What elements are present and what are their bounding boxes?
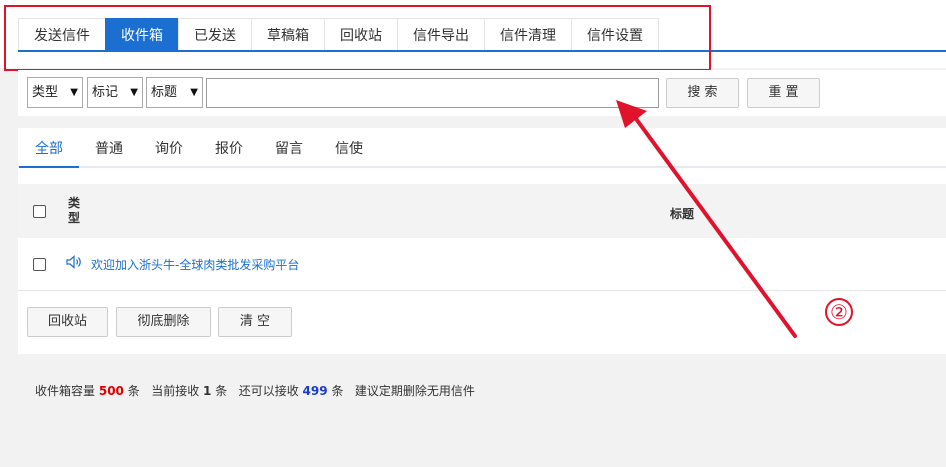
speaker-icon [66,255,81,269]
subtab-messenger[interactable]: 信使 [335,138,363,158]
cleanup-tip: 建议定期删除无用信件 [354,384,475,398]
inbox-capacity-info: 收件箱容量 500 条 当前接收 1 条 还可以接收 499 条 建议定期删除无… [35,382,475,399]
mark-select[interactable]: 标记 ▼ [87,77,143,108]
row-checkbox[interactable] [33,258,46,271]
search-row: 类型 ▼ 标记 ▼ 标题 ▼ 搜 索 重 置 [18,70,946,116]
unit-label: 条 [215,384,228,398]
subtab-all[interactable]: 全部 [19,138,79,168]
category-tabs: 全部 普通 询价 报价 留言 信使 [18,128,946,168]
tab-export[interactable]: 信件导出 [397,18,484,52]
step-number-badge: ② [825,298,853,326]
capacity-value: 500 [98,384,124,398]
message-title-link[interactable]: 欢迎加入浙头牛-全球肉类批发采购平台 [91,256,299,273]
table-row[interactable]: 欢迎加入浙头牛-全球肉类批发采购平台 [18,238,946,291]
tab-recycle-bin[interactable]: 回收站 [324,18,397,52]
tab-cleanup[interactable]: 信件清理 [484,18,571,52]
move-to-recycle-button[interactable]: 回收站 [27,307,108,337]
remain-label: 还可以接收 [238,384,299,398]
mark-select-value: 标记 [92,85,119,100]
subtab-quote[interactable]: 报价 [215,138,243,158]
subtab-normal[interactable]: 普通 [95,138,123,158]
subtab-inquiry[interactable]: 询价 [155,138,183,158]
tab-underline [18,50,946,52]
type-select[interactable]: 类型 ▼ [27,77,83,108]
mail-tabs: 发送信件 收件箱 已发送 草稿箱 回收站 信件导出 信件清理 信件设置 [18,18,659,52]
tab-inbox[interactable]: 收件箱 [105,18,178,52]
tab-settings[interactable]: 信件设置 [571,18,659,52]
current-label: 当前接收 [151,384,200,398]
select-all-checkbox[interactable] [33,205,46,218]
type-select-value: 类型 [32,85,59,100]
title-select[interactable]: 标题 ▼ [146,77,203,108]
title-select-value: 标题 [151,85,178,100]
mail-list-panel: 全部 普通 询价 报价 留言 信使 类型 标题 欢迎加入浙头牛-全球肉类批发采购… [18,128,946,354]
tab-sent[interactable]: 已发送 [178,18,251,52]
chevron-down-icon: ▼ [130,87,138,98]
top-tab-bar: 发送信件 收件箱 已发送 草稿箱 回收站 信件导出 信件清理 信件设置 [0,0,946,68]
chevron-down-icon: ▼ [70,87,78,98]
reset-button[interactable]: 重 置 [747,78,820,108]
tab-send-mail[interactable]: 发送信件 [18,18,105,52]
search-button[interactable]: 搜 索 [666,78,739,108]
unit-label: 条 [331,384,344,398]
subtab-message[interactable]: 留言 [275,138,303,158]
current-value: 1 [203,384,212,398]
permanent-delete-button[interactable]: 彻底删除 [116,307,211,337]
search-input[interactable] [206,78,659,108]
column-type-header: 类型 [68,196,81,225]
chevron-down-icon: ▼ [190,87,198,98]
tab-drafts[interactable]: 草稿箱 [251,18,324,52]
clear-button[interactable]: 清 空 [218,307,292,337]
capacity-label: 收件箱容量 [35,384,96,398]
unit-label: 条 [127,384,140,398]
table-header: 类型 标题 [18,184,946,239]
remain-value: 499 [302,384,328,398]
column-title-header: 标题 [670,207,695,221]
